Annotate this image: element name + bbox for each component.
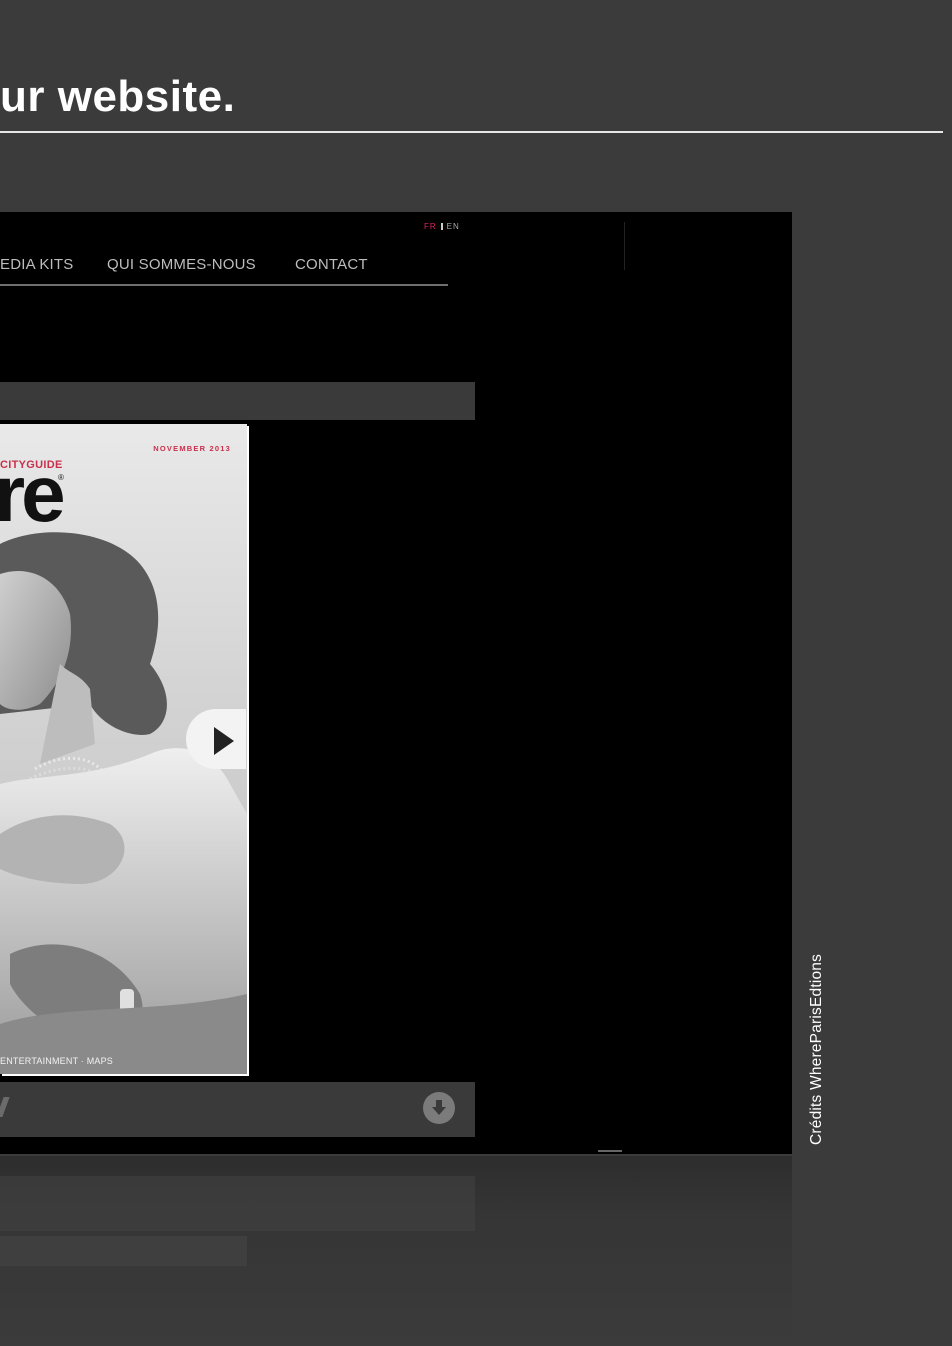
screenshot-reflection: [0, 1156, 792, 1346]
heading-rule: [0, 131, 943, 133]
download-button[interactable]: [423, 1092, 455, 1124]
next-arrow-icon: [214, 727, 234, 755]
darkblock: [600, 212, 792, 1154]
language-switch[interactable]: FR EN: [424, 222, 460, 231]
lang-separator: [440, 223, 443, 230]
cover-issue-date: NOVEMBER 2013: [153, 444, 231, 453]
lang-en[interactable]: EN: [447, 222, 460, 231]
download-icon: [432, 1100, 446, 1115]
nav-item-media-kits[interactable]: EDIA KITS: [0, 256, 74, 273]
cover-footer: ENTERTAINMENT · MAPS: [0, 1056, 114, 1066]
viewer-top-bar: [0, 382, 475, 420]
main-nav: EDIA KITS QUI SOMMES-NOUS CONTACT: [0, 254, 448, 286]
vertical-divider: [624, 222, 625, 270]
bottom-notch: [598, 1150, 622, 1152]
cover-photo: [0, 532, 247, 1074]
photo-credit: Crédits WhereParisEdtions: [808, 953, 825, 1145]
cover-logo: re: [0, 449, 66, 538]
reflection-cover: [0, 1236, 247, 1266]
magazine-cover: NOVEMBER 2013 CITYGUIDE re ® ENTERTAINME…: [0, 424, 247, 1074]
lang-fr[interactable]: FR: [424, 222, 437, 231]
reflection-bar: [0, 1176, 475, 1231]
page-heading: ur website.: [0, 72, 236, 121]
next-page-button[interactable]: [186, 709, 246, 769]
website-screenshot: FR EN EDIA KITS QUI SOMMES-NOUS CONTACT: [0, 212, 792, 1154]
cover-registered-mark: ®: [58, 473, 64, 482]
viewer-bottom-bar: [0, 1082, 475, 1137]
nav-item-qui-sommes-nous[interactable]: QUI SOMMES-NOUS: [107, 256, 256, 273]
nav-item-contact[interactable]: CONTACT: [295, 256, 368, 273]
